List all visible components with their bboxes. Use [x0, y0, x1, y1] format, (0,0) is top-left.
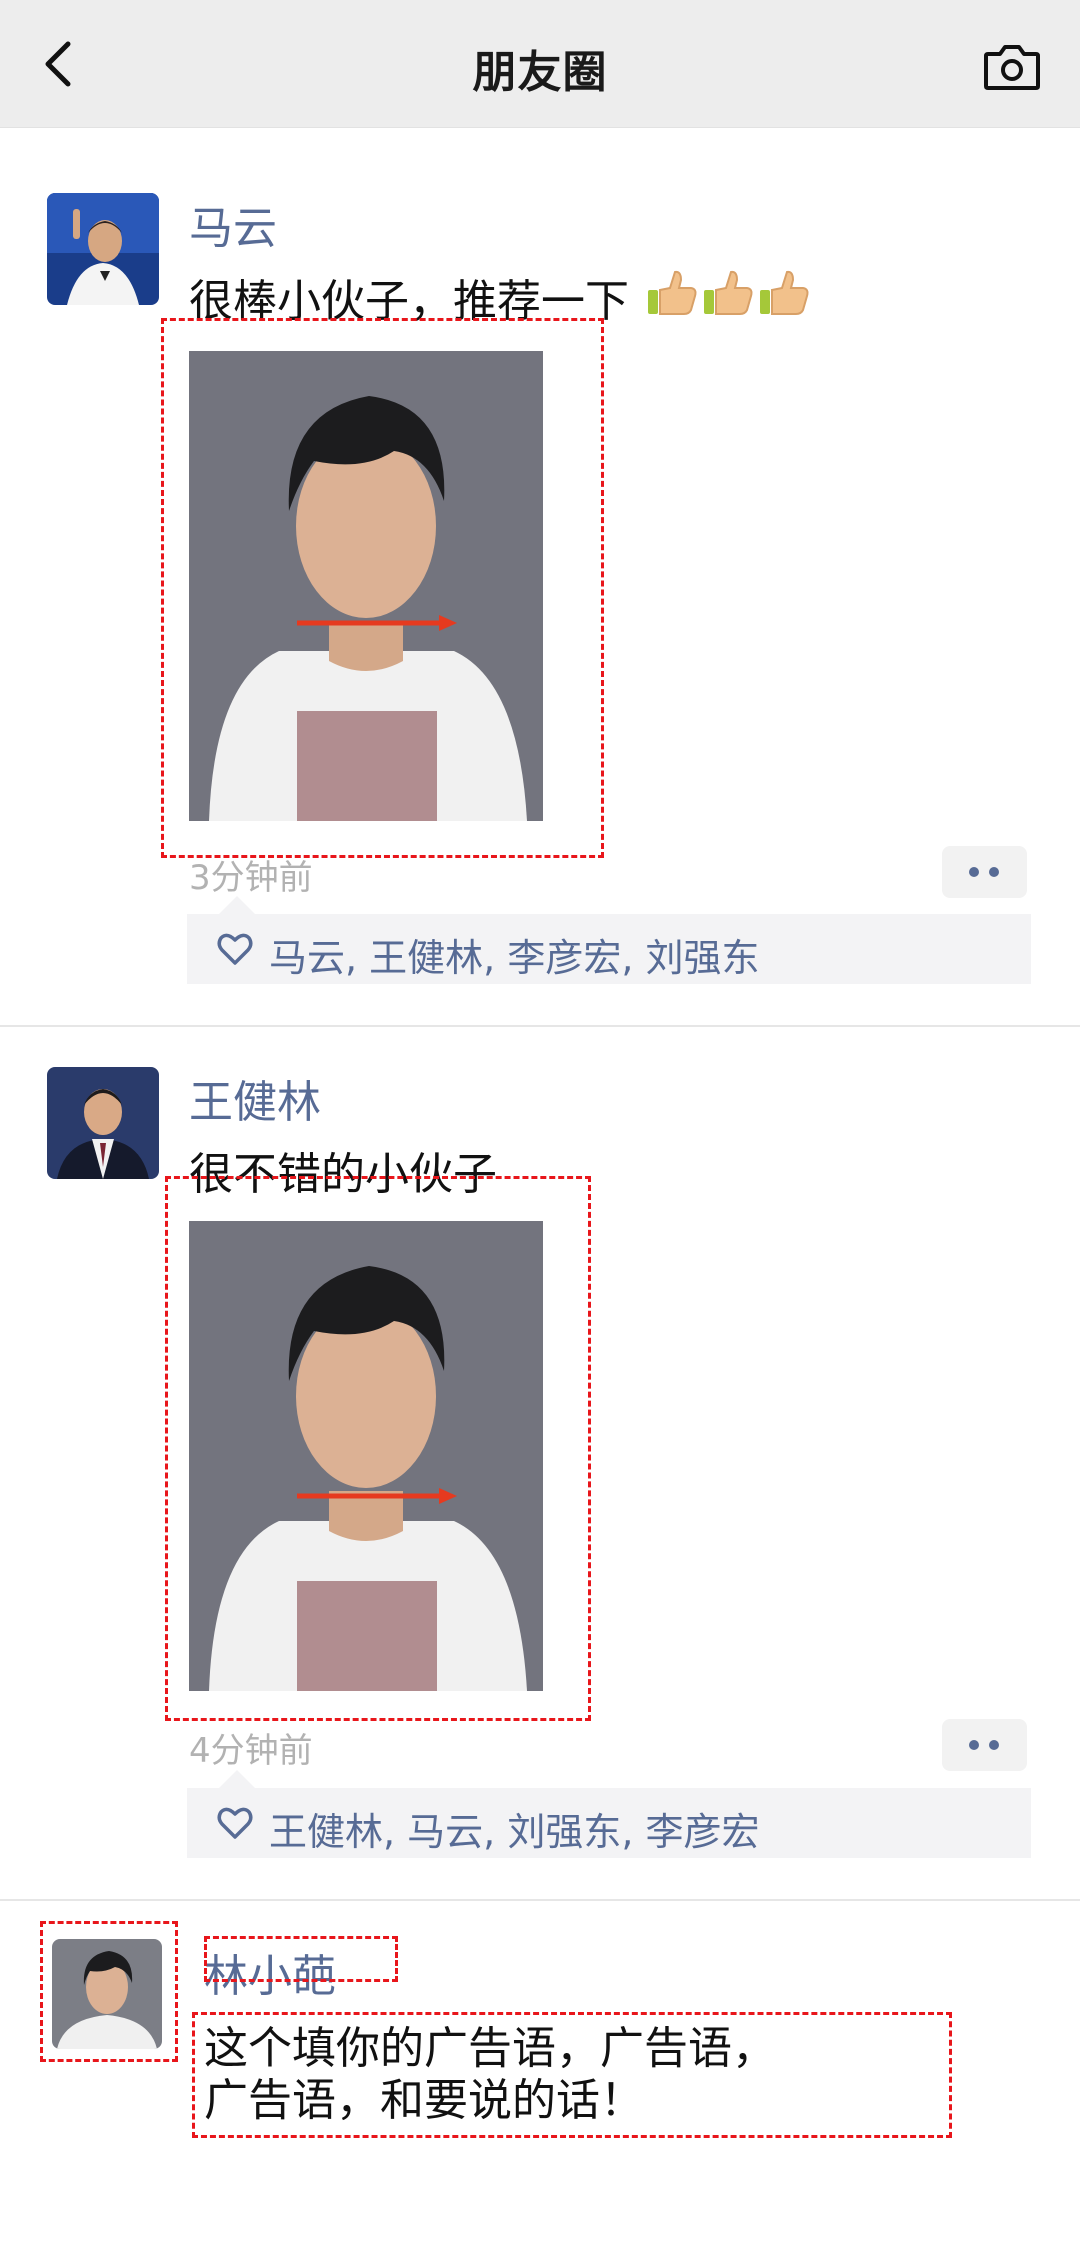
heart-icon	[217, 933, 253, 965]
dot-icon	[969, 1740, 979, 1750]
thumbs-up-emoji-group	[648, 270, 809, 315]
divider	[0, 1025, 1080, 1027]
annotation-box	[161, 318, 604, 858]
more-actions-button[interactable]	[942, 846, 1027, 898]
more-actions-button[interactable]	[942, 1719, 1027, 1771]
dot-icon	[989, 1740, 999, 1750]
page-title: 朋友圈	[472, 47, 608, 98]
top-nav-bar: 朋友圈	[0, 0, 1080, 128]
post-author[interactable]: 马云	[189, 192, 277, 256]
thumbs-up-icon	[648, 270, 697, 315]
heart-icon	[217, 1807, 253, 1839]
post-timestamp: 3分钟前	[189, 858, 313, 898]
annotation-box	[204, 1936, 398, 1982]
dot-icon	[989, 867, 999, 877]
post-timestamp: 4分钟前	[189, 1731, 313, 1771]
divider	[0, 1899, 1080, 1901]
thumbs-up-icon	[760, 270, 809, 315]
annotation-box	[192, 2012, 952, 2138]
thumbs-up-icon	[704, 270, 753, 315]
like-names[interactable]: 马云, 王健林, 李彦宏, 刘强东	[269, 927, 759, 982]
avatar[interactable]	[47, 1067, 159, 1179]
dot-icon	[969, 867, 979, 877]
annotation-box	[165, 1176, 591, 1721]
annotation-box	[40, 1921, 178, 2062]
avatar[interactable]	[47, 193, 159, 305]
likes-panel: 王健林, 马云, 刘强东, 李彦宏	[187, 1770, 1031, 1858]
like-names[interactable]: 王健林, 马云, 刘强东, 李彦宏	[269, 1801, 759, 1856]
post-author[interactable]: 王健林	[189, 1066, 321, 1130]
camera-icon[interactable]	[982, 42, 1042, 92]
likes-panel: 马云, 王健林, 李彦宏, 刘强东	[187, 896, 1031, 984]
